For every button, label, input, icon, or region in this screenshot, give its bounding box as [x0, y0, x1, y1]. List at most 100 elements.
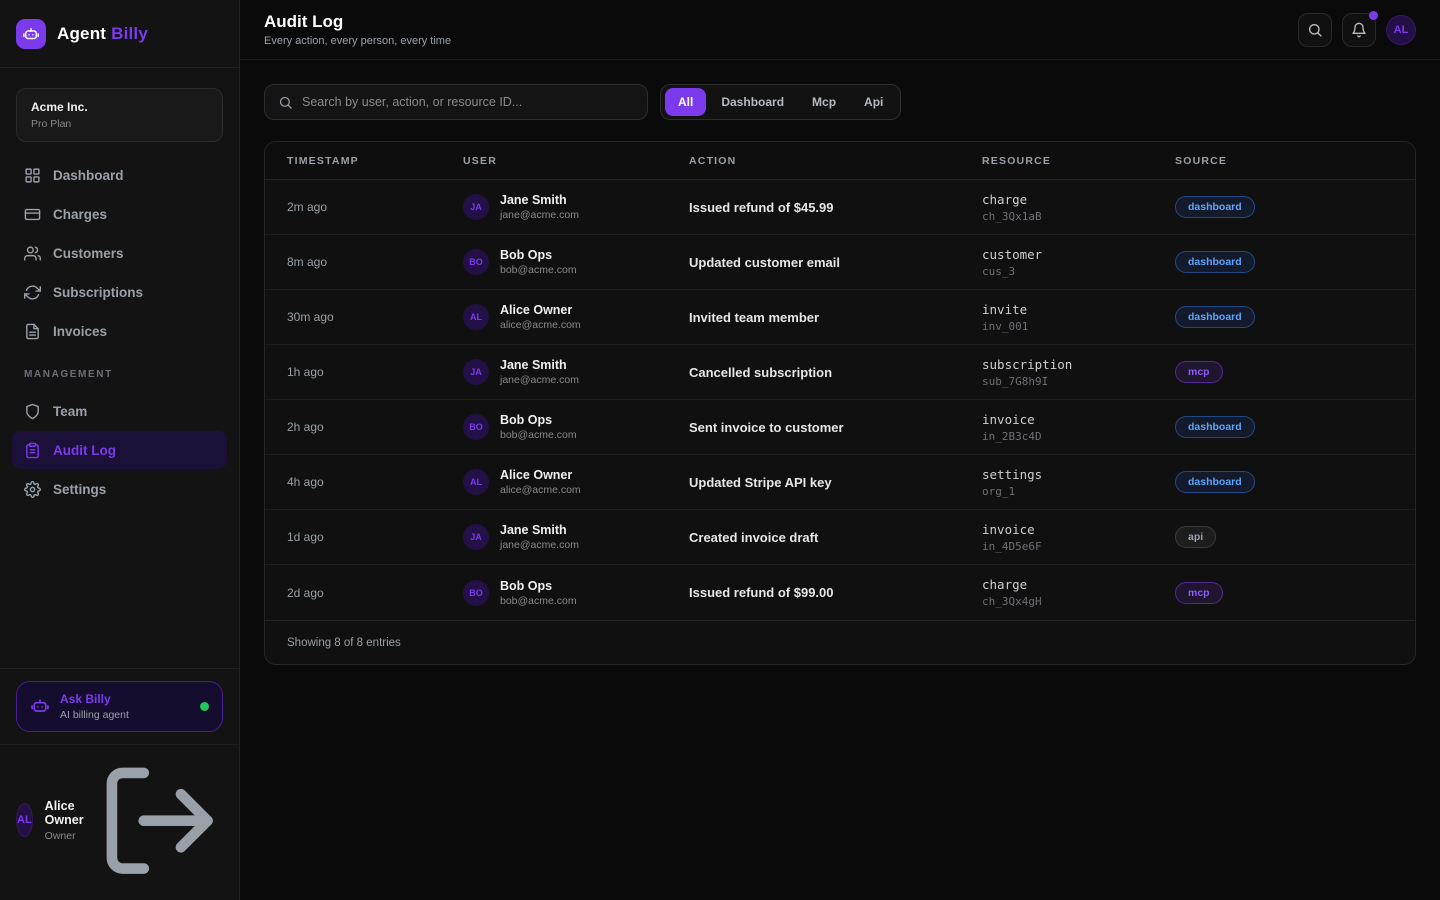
page-header: Audit Log Every action, every person, ev…	[240, 0, 1440, 60]
resource-id: sub_7G8h9I	[982, 375, 1175, 388]
sidebar-item-team[interactable]: Team	[12, 392, 227, 430]
user-role: Owner	[45, 830, 84, 842]
table-row[interactable]: 4h ago AL Alice Owner alice@acme.com Upd…	[265, 455, 1415, 510]
credit-card-icon	[24, 206, 41, 223]
sidebar-item-customers[interactable]: Customers	[12, 234, 227, 272]
resource-type: invoice	[982, 412, 1175, 427]
resource-id: ch_3Qx4gH	[982, 595, 1175, 608]
resource-id: ch_3Qx1aB	[982, 210, 1175, 223]
column-header-action: ACTION	[689, 155, 982, 167]
file-text-icon	[24, 323, 41, 340]
user-name: Jane Smith	[500, 523, 579, 537]
app-name: Agent Billy	[57, 24, 148, 44]
table-row[interactable]: 1h ago JA Jane Smith jane@acme.com Cance…	[265, 345, 1415, 400]
row-timestamp: 8m ago	[287, 255, 463, 269]
table-row[interactable]: 1d ago JA Jane Smith jane@acme.com Creat…	[265, 510, 1415, 565]
avatar: AL	[463, 469, 489, 495]
sidebar-item-settings[interactable]: Settings	[12, 470, 227, 508]
avatar: AL	[16, 803, 33, 837]
sidebar-item-audit-log[interactable]: Audit Log	[12, 431, 227, 469]
sidebar-item-subscriptions[interactable]: Subscriptions	[12, 273, 227, 311]
row-timestamp: 1h ago	[287, 365, 463, 379]
user-name: Alice Owner	[45, 799, 84, 827]
audit-table: TIMESTAMPUSERACTIONRESOURCESOURCE 2m ago…	[264, 141, 1416, 665]
online-status-dot	[200, 702, 209, 711]
sidebar-item-invoices[interactable]: Invoices	[12, 312, 227, 350]
search-icon	[278, 95, 293, 110]
chevron-down-icon[interactable]	[1361, 200, 1376, 215]
robot-logo-icon	[16, 19, 46, 49]
user-email: jane@acme.com	[500, 539, 579, 551]
action-text: Invited team member	[689, 310, 982, 325]
filter-tab-api[interactable]: Api	[851, 88, 896, 116]
action-text: Cancelled subscription	[689, 365, 982, 380]
notifications-button[interactable]	[1342, 13, 1376, 47]
resource-type: invite	[982, 302, 1175, 317]
gear-icon	[24, 481, 41, 498]
table-row[interactable]: 30m ago AL Alice Owner alice@acme.com In…	[265, 290, 1415, 345]
table-row[interactable]: 2d ago BO Bob Ops bob@acme.com Issued re…	[265, 565, 1415, 620]
chevron-down-icon[interactable]	[1361, 530, 1376, 545]
user-name: Jane Smith	[500, 193, 579, 207]
avatar: JA	[463, 359, 489, 385]
user-email: bob@acme.com	[500, 595, 577, 607]
source-badge: dashboard	[1175, 416, 1255, 438]
table-row[interactable]: 8m ago BO Bob Ops bob@acme.com Updated c…	[265, 235, 1415, 290]
user-email: alice@acme.com	[500, 319, 581, 331]
sidebar-item-dashboard[interactable]: Dashboard	[12, 156, 227, 194]
chevron-down-icon[interactable]	[1361, 475, 1376, 490]
chevron-down-icon[interactable]	[1361, 365, 1376, 380]
source-badge: mcp	[1175, 361, 1223, 383]
bell-icon	[1351, 22, 1367, 38]
filter-tab-mcp[interactable]: Mcp	[799, 88, 849, 116]
resource-type: subscription	[982, 357, 1175, 372]
action-text: Updated customer email	[689, 255, 982, 270]
search-input[interactable]	[302, 95, 634, 109]
tenant-name: Acme Inc.	[31, 100, 208, 114]
filter-tab-dashboard[interactable]: Dashboard	[708, 88, 797, 116]
table-row[interactable]: 2m ago JA Jane Smith jane@acme.com Issue…	[265, 180, 1415, 235]
ask-billy-subtitle: AI billing agent	[60, 709, 129, 721]
source-filter-tabs: AllDashboardMcpApi	[660, 84, 901, 120]
avatar: BO	[463, 580, 489, 606]
column-header-resource: RESOURCE	[982, 155, 1175, 167]
chevron-down-icon[interactable]	[1361, 420, 1376, 435]
resource-type: charge	[982, 577, 1175, 592]
avatar: JA	[463, 194, 489, 220]
column-header-user: USER	[463, 155, 689, 167]
avatar: JA	[463, 524, 489, 550]
chevron-down-icon[interactable]	[1361, 310, 1376, 325]
user-email: bob@acme.com	[500, 429, 577, 441]
resource-id: inv_001	[982, 320, 1175, 333]
logout-icon	[96, 757, 223, 884]
row-timestamp: 2h ago	[287, 420, 463, 434]
sidebar-item-charges[interactable]: Charges	[12, 195, 227, 233]
page-title: Audit Log	[264, 12, 451, 32]
user-name: Alice Owner	[500, 303, 581, 317]
user-email: jane@acme.com	[500, 374, 579, 386]
user-name: Alice Owner	[500, 468, 581, 482]
table-row[interactable]: 2h ago BO Bob Ops bob@acme.com Sent invo…	[265, 400, 1415, 455]
source-badge: dashboard	[1175, 251, 1255, 273]
search-button[interactable]	[1298, 13, 1332, 47]
app-logo: Agent Billy	[0, 0, 239, 68]
user-name: Jane Smith	[500, 358, 579, 372]
user-name: Bob Ops	[500, 413, 577, 427]
sidebar-nav-management: Team Audit Log Settings	[0, 384, 239, 509]
tenant-card[interactable]: Acme Inc. Pro Plan	[16, 88, 223, 142]
ask-billy-card[interactable]: Ask Billy AI billing agent	[16, 681, 223, 732]
user-name: Bob Ops	[500, 248, 577, 262]
chevron-down-icon[interactable]	[1361, 255, 1376, 270]
logout-button[interactable]	[96, 757, 223, 884]
filter-tab-all[interactable]: All	[665, 88, 706, 116]
chevron-down-icon[interactable]	[1361, 585, 1376, 600]
header-avatar[interactable]: AL	[1386, 15, 1416, 45]
avatar: BO	[463, 414, 489, 440]
users-icon	[24, 245, 41, 262]
row-timestamp: 2m ago	[287, 200, 463, 214]
sidebar: Agent Billy Acme Inc. Pro Plan Dashboard…	[0, 0, 240, 900]
resource-type: customer	[982, 247, 1175, 262]
column-header-source: SOURCE	[1175, 155, 1353, 167]
row-timestamp: 1d ago	[287, 530, 463, 544]
refresh-icon	[24, 284, 41, 301]
